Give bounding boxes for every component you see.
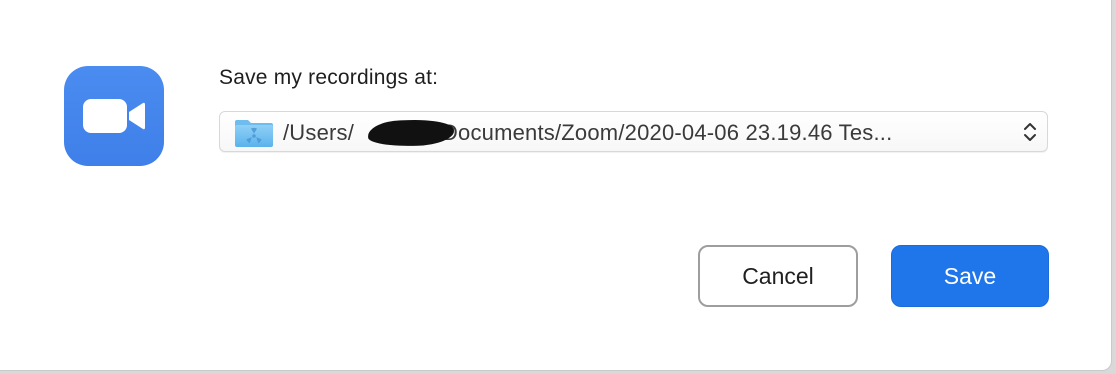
video-camera-glyph <box>83 99 145 133</box>
save-location-label: Save my recordings at: <box>219 66 439 89</box>
save-recordings-dialog: Save my recordings at: /Users/r/Document… <box>0 0 1112 371</box>
folder-icon <box>235 120 273 147</box>
up-down-chevron-icon <box>1024 123 1036 141</box>
path-suffix: r/Documents/Zoom/2020-04-06 23.19.46 Tes… <box>428 120 893 145</box>
zoom-video-camera-icon <box>64 66 164 166</box>
recording-path-select[interactable]: /Users/r/Documents/Zoom/2020-04-06 23.19… <box>219 111 1048 152</box>
cancel-button[interactable]: Cancel <box>698 245 858 307</box>
save-button[interactable]: Save <box>891 245 1049 307</box>
path-prefix: /Users/ <box>283 120 355 145</box>
